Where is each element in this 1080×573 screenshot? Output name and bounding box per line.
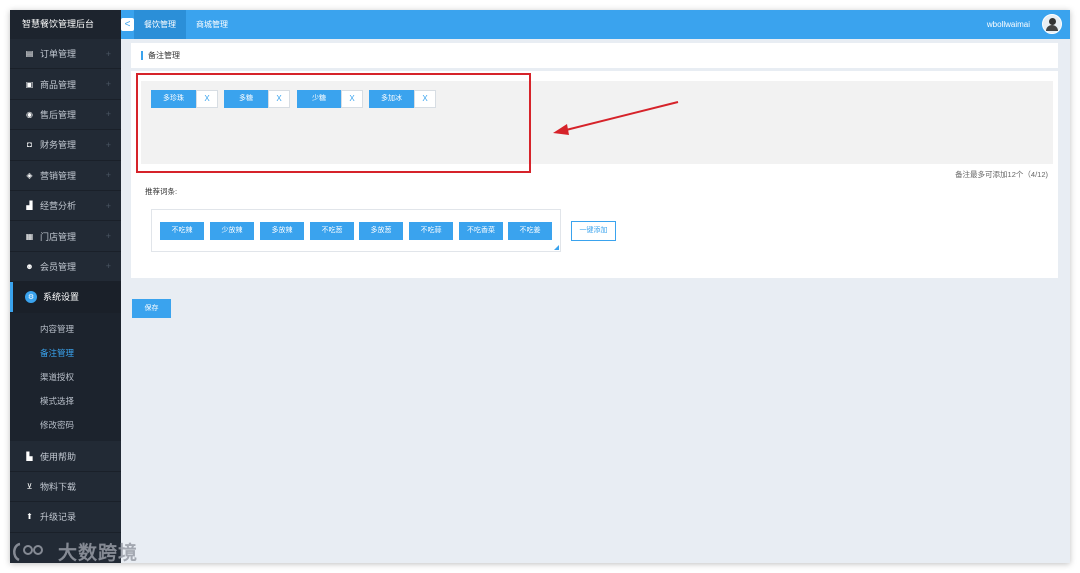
watermark: 大数跨境: [10, 538, 138, 565]
watermark-logo-icon: [13, 542, 43, 561]
annotation-arrow-icon: [553, 101, 679, 135]
watermark-text: 大数跨境: [58, 543, 139, 564]
